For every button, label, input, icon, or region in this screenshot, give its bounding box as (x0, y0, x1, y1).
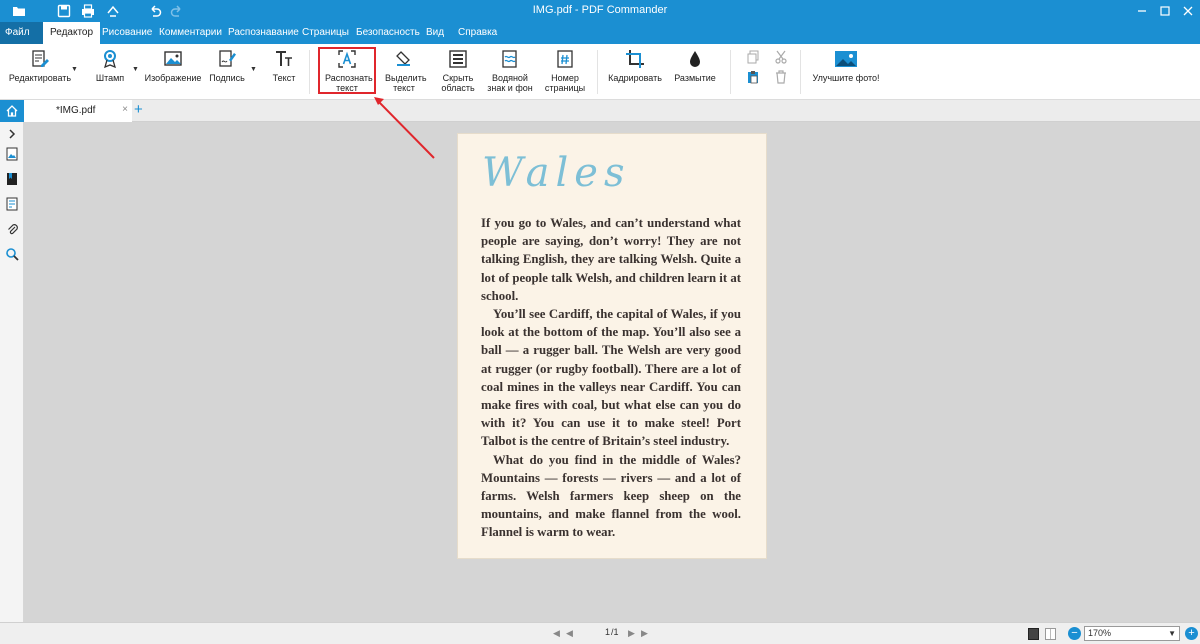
tab-document[interactable]: *IMG.pdf × (24, 100, 132, 122)
search-icon[interactable] (4, 246, 20, 262)
tab-comments[interactable]: Комментарии (152, 22, 229, 44)
menu-bar: Файл ▼ Редактор Рисование Комментарии Ра… (0, 22, 1200, 59)
first-page-icon[interactable]: ◀ (553, 628, 560, 639)
text-button[interactable]: Текст (268, 48, 300, 96)
document-tab-label: *IMG.pdf (56, 105, 96, 116)
paragraph: You’ll see Cardiff, the capital of Wales… (481, 307, 741, 449)
enhance-photo-button[interactable]: Улучшите фото! (812, 48, 880, 96)
edit-button-label: Редактировать (8, 73, 72, 83)
text-icon (273, 48, 295, 70)
edit-button[interactable]: Редактировать (8, 48, 72, 96)
crop-button[interactable]: Кадрировать (608, 48, 662, 96)
text-button-label: Текст (272, 73, 296, 83)
cut-icon[interactable] (774, 50, 788, 64)
tab-recognition[interactable]: Распознавание (221, 22, 306, 44)
ribbon-separator (730, 50, 731, 94)
hide-area-icon (447, 48, 469, 70)
zoom-select[interactable]: 170% ▼ (1084, 626, 1180, 641)
crop-icon (624, 48, 646, 70)
tab-pages[interactable]: Страницы (295, 22, 356, 44)
file-menu-label: Файл (5, 27, 30, 38)
paste-icon[interactable] (746, 70, 760, 84)
copy-icon[interactable] (746, 50, 760, 64)
page-total: /1 (611, 627, 619, 637)
chevron-down-icon: ▼ (1168, 629, 1176, 638)
highlighter-icon (393, 48, 415, 70)
blur-button-label: Размытие (674, 73, 716, 83)
ribbon-separator (309, 50, 310, 94)
last-page-icon[interactable]: ▶ (641, 628, 648, 639)
highlight-text-button[interactable]: Выделить текст (382, 48, 427, 96)
close-tab-icon[interactable]: × (122, 104, 128, 115)
paragraph: What do you find in the middle of Wales?… (481, 452, 741, 540)
file-menu[interactable]: Файл ▼ (0, 22, 43, 59)
zoom-out-icon[interactable]: − (1068, 627, 1081, 640)
highlight-text-button-label: Выделить текст (385, 73, 427, 93)
tab-security[interactable]: Безопасность (349, 22, 427, 44)
zoom-in-icon[interactable]: + (1185, 627, 1198, 640)
ocr-highlight-box (318, 47, 376, 94)
home-icon[interactable] (0, 100, 24, 122)
page-number-icon (554, 48, 576, 70)
minimize-icon[interactable] (1130, 2, 1154, 20)
tab-view[interactable]: Вид (419, 22, 451, 44)
hide-area-button-label: Скрыть область (441, 73, 475, 93)
signature-icon (216, 48, 238, 70)
page-number-input[interactable]: 1 (578, 627, 610, 641)
image-icon (162, 48, 184, 70)
annotations-icon[interactable] (4, 196, 20, 212)
signature-button-label: Подпись (209, 73, 245, 83)
left-sidebar (0, 122, 24, 622)
stamp-button-label: Штамп (95, 73, 125, 83)
image-button-label: Изображение (144, 73, 202, 83)
stamp-dropdown-icon[interactable]: ▼ (132, 66, 139, 73)
ribbon-toolbar: Редактировать ▼ Штамп ▼ Изображение Подп… (0, 44, 1200, 100)
edit-document-icon (29, 48, 51, 70)
page-number-button-label: Номер страницы (544, 73, 586, 93)
expand-sidebar-icon[interactable] (4, 126, 20, 142)
blur-icon (684, 48, 706, 70)
watermark-icon (499, 48, 521, 70)
attachments-icon[interactable] (4, 221, 20, 237)
maximize-icon[interactable] (1153, 2, 1177, 20)
page-body: If you go to Wales, and can’t understand… (481, 214, 741, 542)
signature-button[interactable]: Подпись (208, 48, 246, 96)
prev-page-icon[interactable]: ◀ (566, 628, 573, 639)
enhance-photo-button-label: Улучшите фото! (812, 73, 880, 83)
blur-button[interactable]: Размытие (672, 48, 718, 96)
ribbon-separator (597, 50, 598, 94)
single-page-view-icon[interactable] (1028, 628, 1039, 640)
ribbon-separator (800, 50, 801, 94)
edit-dropdown-icon[interactable]: ▼ (71, 66, 78, 73)
stamp-button[interactable]: Штамп (90, 48, 130, 96)
tab-editor[interactable]: Редактор (43, 22, 101, 44)
watermark-button-label: Водяной знак и фон (487, 73, 533, 93)
hide-area-button[interactable]: Скрыть область (436, 48, 480, 96)
image-button[interactable]: Изображение (144, 48, 202, 96)
window-title: IMG.pdf - PDF Commander (532, 4, 668, 16)
delete-icon[interactable] (774, 70, 788, 84)
add-tab-icon[interactable]: + (134, 102, 143, 118)
crop-button-label: Кадрировать (608, 73, 662, 83)
zoom-value: 170% (1088, 628, 1112, 638)
thumbnails-icon[interactable] (4, 146, 20, 162)
document-tabs-bar: *IMG.pdf × + (0, 100, 1200, 122)
next-page-icon[interactable]: ▶ (628, 628, 635, 639)
bookmarks-icon[interactable] (4, 171, 20, 187)
stamp-icon (99, 48, 121, 70)
signature-dropdown-icon[interactable]: ▼ (250, 66, 257, 73)
page-number-button[interactable]: Номер страницы (542, 48, 588, 96)
tab-drawing[interactable]: Рисование (95, 22, 159, 44)
paragraph: If you go to Wales, and can’t understand… (481, 216, 741, 303)
tab-help[interactable]: Справка (451, 22, 504, 44)
status-bar: ◀ ◀ 1 /1 ▶ ▶ − 170% ▼ + (0, 622, 1200, 644)
page-heading: Wales (482, 150, 631, 196)
watermark-button[interactable]: Водяной знак и фон (482, 48, 538, 96)
enhance-photo-icon (834, 48, 858, 70)
two-page-view-icon[interactable] (1045, 628, 1056, 640)
title-bar: IMG.pdf - PDF Commander (0, 0, 1200, 22)
close-window-icon[interactable] (1176, 2, 1200, 20)
document-page[interactable]: Wales If you go to Wales, and can’t unde… (457, 133, 767, 559)
